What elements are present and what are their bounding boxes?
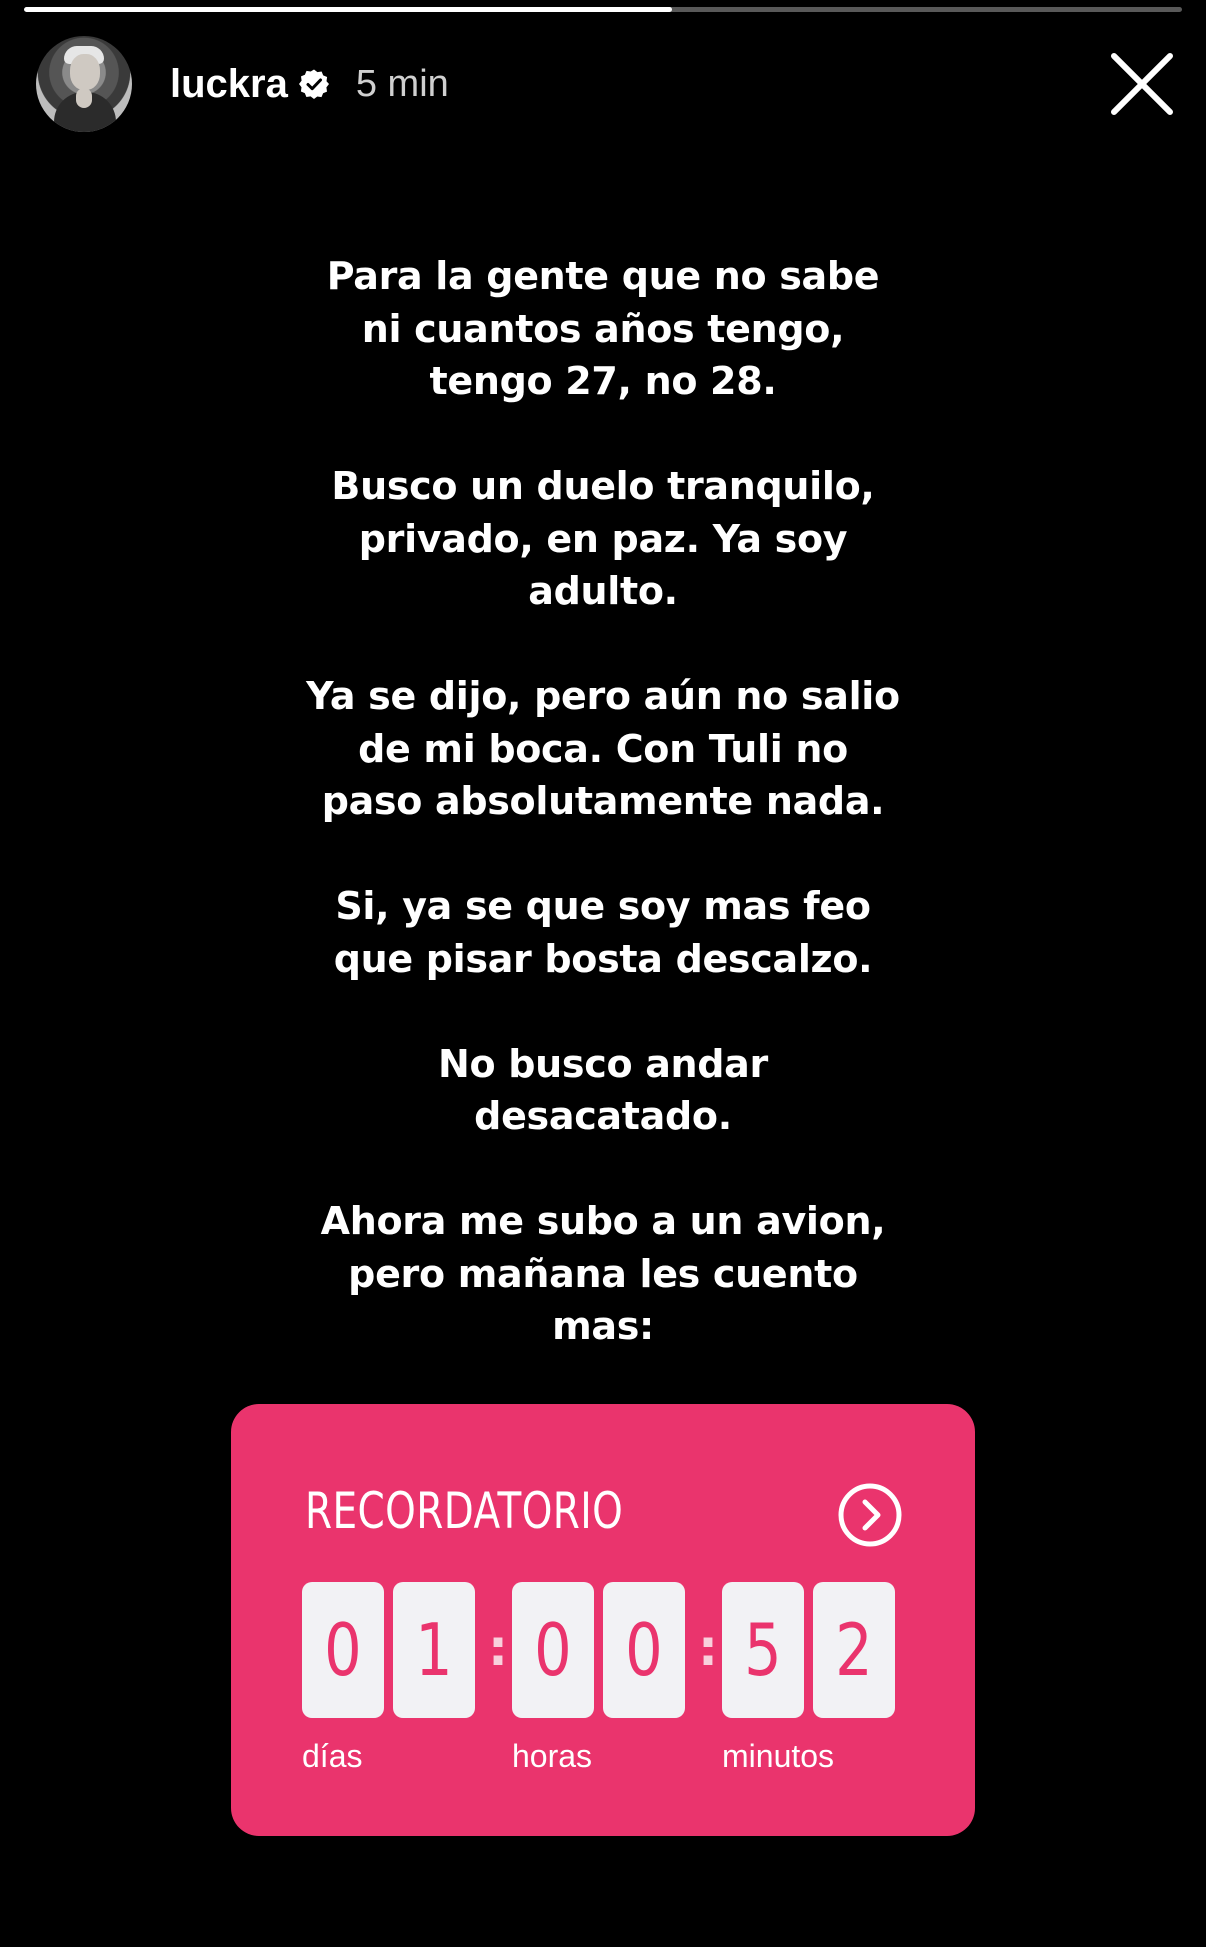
username[interactable]: luckra <box>170 62 288 107</box>
days-digit-2: 1 <box>393 1582 475 1718</box>
story-text-line: paso absolutamente nada. <box>321 779 885 823</box>
hours-label: horas <box>512 1738 593 1774</box>
story-progress-bar <box>24 7 1182 12</box>
minutes-label: minutos <box>722 1738 835 1774</box>
minutes-digit-1: 5 <box>722 1582 804 1718</box>
verified-badge-icon <box>298 68 330 100</box>
reminder-open-button[interactable] <box>837 1482 903 1548</box>
story-text-line: No busco andar <box>438 1041 768 1086</box>
days-digit-1: 0 <box>302 1582 384 1718</box>
countdown-colon: : <box>698 1619 718 1677</box>
avatar[interactable] <box>36 36 132 132</box>
hours-digit-2: 0 <box>603 1582 685 1718</box>
story-text-line: Para la gente que no sabe <box>326 254 880 298</box>
chevron-right-circle-icon <box>838 1483 902 1547</box>
story-paragraph: No busco andar desacatado. <box>250 1038 956 1143</box>
story-text: Para la gente que no sabe ni cuantos años… <box>250 250 956 1405</box>
minutes-digit-2: 2 <box>813 1582 895 1718</box>
story-timestamp: 5 min <box>355 62 449 105</box>
story-paragraph: Busco un duelo tranquilo, privado, en paz… <box>250 460 956 618</box>
story-paragraph: Si, ya se que soy mas feo que pisar bosta… <box>250 880 956 985</box>
story-text-line: pero mañana les cuento <box>348 1251 858 1296</box>
story-text-line: Busco un duelo tranquilo, <box>331 464 875 508</box>
story-text-line: tengo 27, no 28. <box>429 359 777 403</box>
countdown-colon: : <box>488 1619 508 1677</box>
story-text-line: desacatado. <box>474 1094 732 1138</box>
story-text-line: mas: <box>552 1304 654 1348</box>
close-button[interactable] <box>1108 50 1176 118</box>
story-header: luckra 5 min <box>36 36 1182 132</box>
reminder-title: RECORDATORIO <box>305 1482 624 1540</box>
close-icon <box>1111 53 1173 115</box>
hours-digit-1: 0 <box>512 1582 594 1718</box>
story-text-line: que pisar bosta descalzo. <box>333 936 873 981</box>
story-progress-fill <box>24 7 673 12</box>
story-text-line: ni cuantos años tengo, <box>361 306 845 351</box>
story-paragraph: Ahora me subo a un avion, pero mañana les… <box>250 1195 956 1353</box>
story-text-line: Ya se dijo, pero aún no salio <box>306 674 900 718</box>
story-text-line: privado, en paz. Ya soy <box>358 516 848 561</box>
reminder-sticker[interactable]: RECORDATORIO 0 1 : 0 0 : 5 2 días horas … <box>231 1404 975 1836</box>
story-paragraph: Para la gente que no sabe ni cuantos años… <box>250 250 956 408</box>
days-label: días <box>302 1738 363 1774</box>
story-text-line: Ahora me subo a un avion, <box>320 1199 886 1243</box>
story-text-line: de mi boca. Con Tuli no <box>358 726 848 771</box>
story-text-line: Si, ya se que soy mas feo <box>335 884 871 928</box>
story-text-line: adulto. <box>528 569 678 613</box>
story-paragraph: Ya se dijo, pero aún no salio de mi boca.… <box>250 670 956 828</box>
